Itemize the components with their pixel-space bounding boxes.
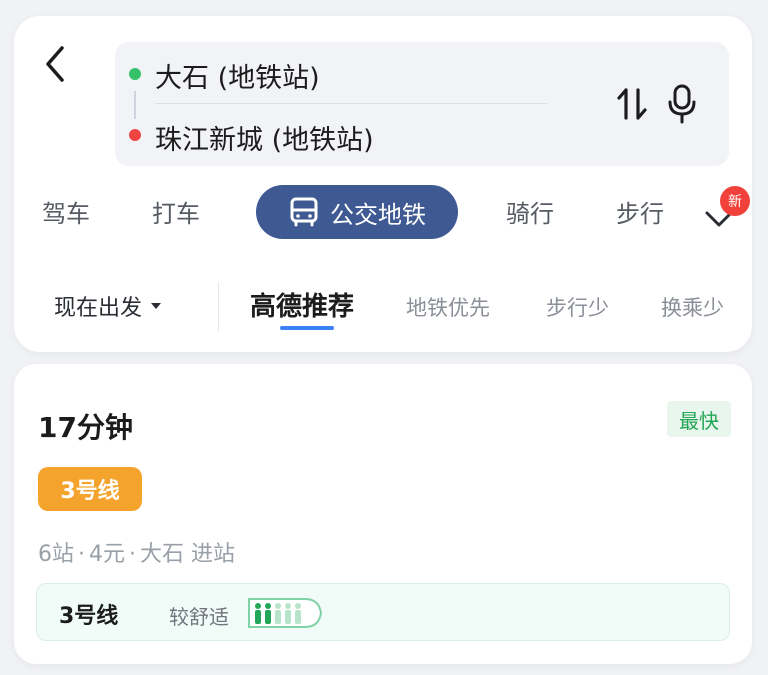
- pref-tab-less-walking[interactable]: 步行少: [546, 292, 609, 322]
- crowd-person-body: [295, 610, 301, 624]
- crowd-person-head: [275, 603, 281, 609]
- crowd-icon: [248, 598, 323, 628]
- comfort-line-label: 3号线: [59, 604, 119, 629]
- pref-tab-recommended[interactable]: 高德推荐: [250, 286, 354, 323]
- depart-time-selector[interactable]: 现在出发: [54, 290, 164, 322]
- new-badge: 新: [720, 186, 750, 216]
- fare: 4元: [89, 542, 125, 567]
- comfort-level-text: 较舒适: [169, 605, 229, 629]
- crowd-person-body: [275, 610, 281, 624]
- crowd-person-head: [255, 603, 261, 609]
- route-divider: [155, 103, 547, 104]
- pref-tab-subway-first[interactable]: 地铁优先: [406, 292, 490, 322]
- origin-field[interactable]: 大石 (地铁站): [155, 56, 320, 95]
- swap-button[interactable]: [615, 82, 649, 126]
- crowd-person-head: [265, 603, 271, 609]
- route-planner-card: 大石 (地铁站) 珠江新城 (地铁站) 驾车 打车 公交地铁 骑行 步行 新 现…: [14, 16, 752, 352]
- microphone-icon: [668, 84, 696, 124]
- bus-icon: [290, 197, 318, 227]
- subway-line-label: 3号线: [60, 479, 120, 504]
- preference-divider: [218, 282, 219, 332]
- fastest-tag: 最快: [667, 401, 731, 437]
- mode-tab-drive[interactable]: 驾车: [42, 194, 90, 229]
- swap-icon: [617, 88, 647, 120]
- pref-tab-fewer-transfers[interactable]: 换乘少: [661, 292, 724, 322]
- mode-tab-transit-label: 公交地铁: [330, 200, 426, 229]
- route-connector: [134, 91, 136, 119]
- route-input-box: 大石 (地铁站) 珠江新城 (地铁站): [115, 42, 729, 166]
- route-result-card[interactable]: 17分钟 最快 3号线 6站 · 4元 · 大石 进站 3号线 较舒适: [14, 364, 752, 664]
- active-tab-indicator: [280, 326, 334, 330]
- station-count: 6站: [38, 542, 74, 567]
- entry-station: 大石 进站: [140, 542, 235, 567]
- crowd-person-head: [285, 603, 291, 609]
- subway-line-badge[interactable]: 3号线: [38, 467, 142, 511]
- mode-tab-taxi[interactable]: 打车: [152, 194, 200, 229]
- crowd-person-body: [265, 610, 271, 624]
- destination-field[interactable]: 珠江新城 (地铁站): [155, 118, 374, 157]
- crowd-person-body: [285, 610, 291, 624]
- destination-dot-icon: [129, 129, 141, 141]
- back-arrow-icon: [46, 46, 64, 82]
- crowd-person-head: [295, 603, 301, 609]
- mode-tab-walk[interactable]: 步行: [616, 194, 664, 229]
- trip-duration: 17分钟: [38, 411, 133, 444]
- mode-tab-transit[interactable]: 公交地铁: [256, 185, 458, 239]
- back-button[interactable]: [38, 42, 78, 86]
- trip-meta: 6站 · 4元 · 大石 进站: [38, 542, 235, 567]
- depart-time-label: 现在出发: [54, 296, 143, 321]
- mode-tab-bike[interactable]: 骑行: [506, 194, 554, 229]
- origin-dot-icon: [129, 68, 141, 80]
- voice-input-button[interactable]: [665, 82, 699, 126]
- crowd-person-body: [255, 610, 261, 624]
- comfort-panel[interactable]: 3号线 较舒适: [36, 583, 730, 641]
- caret-down-icon: [151, 303, 162, 309]
